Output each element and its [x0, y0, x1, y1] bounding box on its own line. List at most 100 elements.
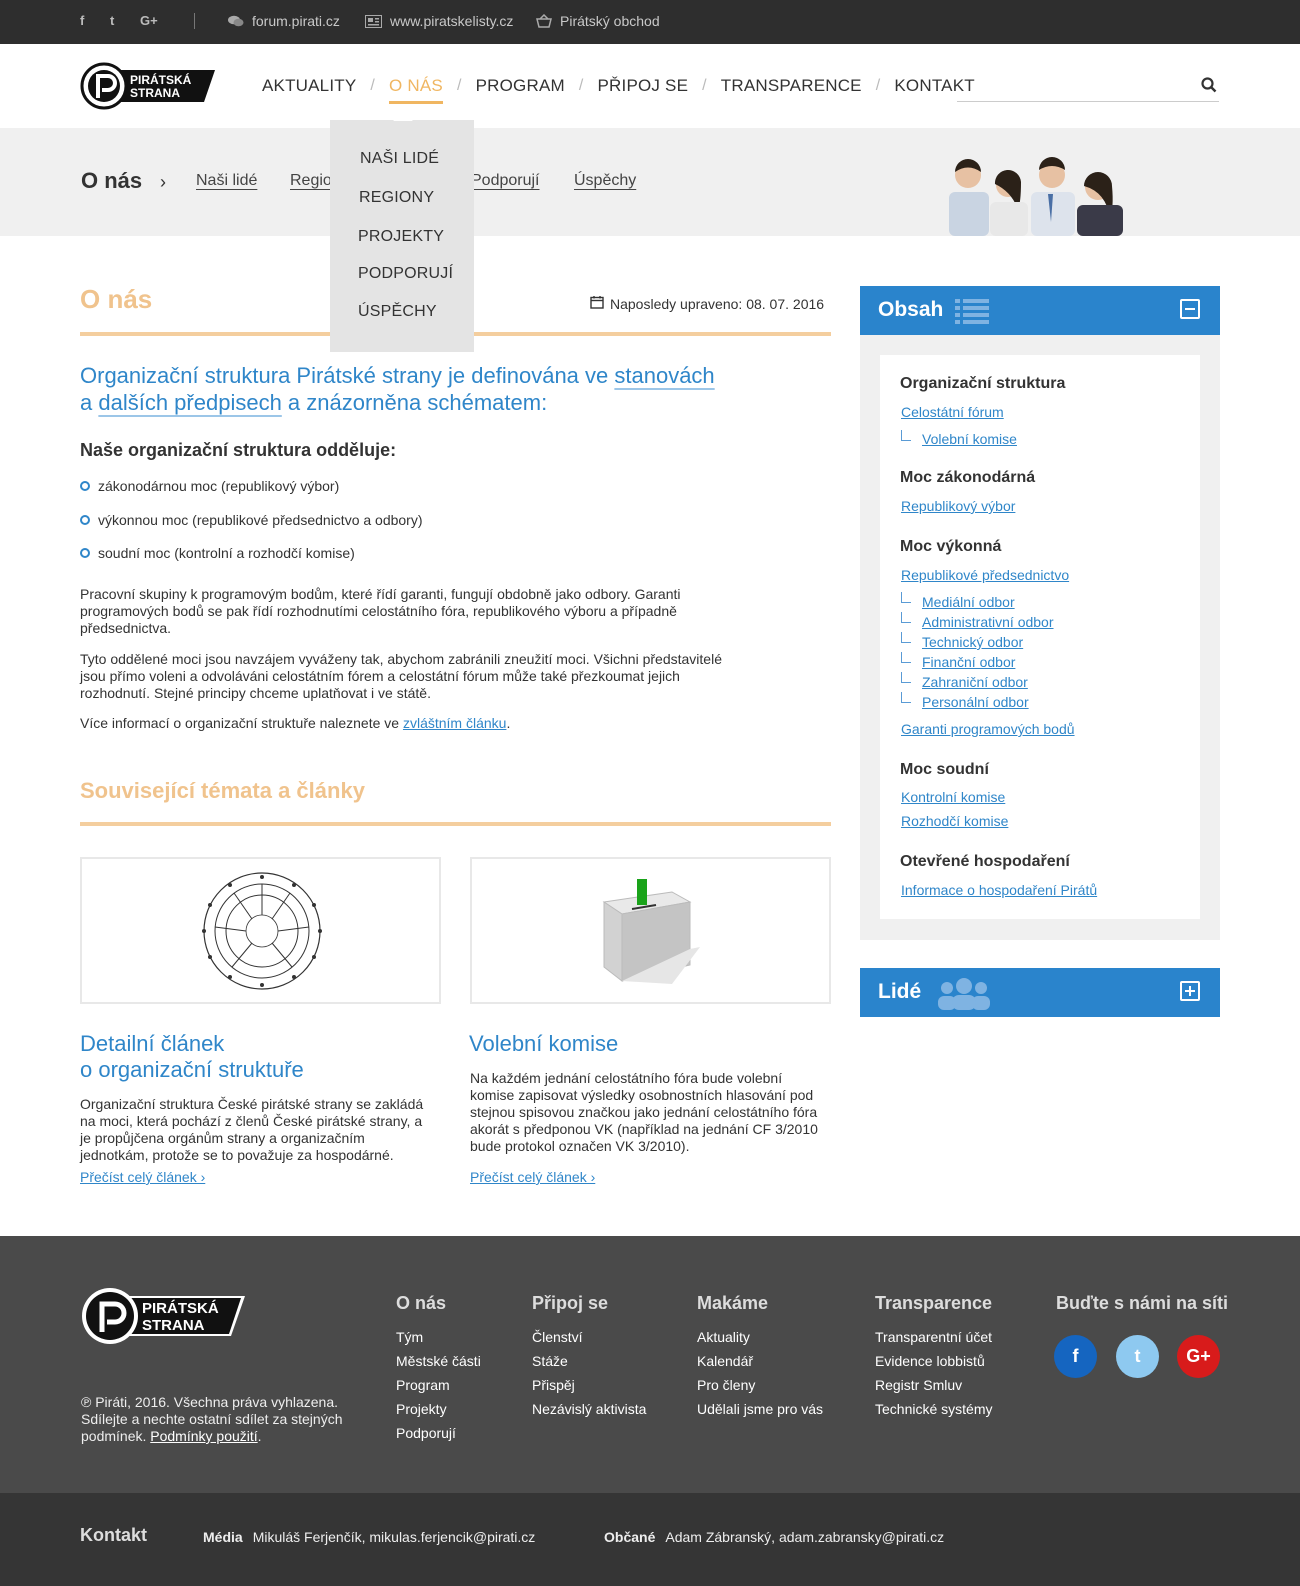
facebook-icon[interactable]: f [80, 13, 84, 28]
footer-link[interactable]: Nezávislý aktivista [532, 1401, 646, 1425]
footer-link[interactable]: Stáže [532, 1353, 646, 1377]
subnav-nasi-lide[interactable]: Naši lidé [196, 172, 257, 190]
nav-aktuality[interactable]: AKTUALITY [262, 76, 356, 96]
article-card-image[interactable] [80, 857, 441, 1004]
footer-link[interactable]: Tým [396, 1329, 481, 1353]
basket-icon [536, 14, 552, 28]
site-logo[interactable]: PIRÁTSKÁ STRANA [80, 62, 215, 110]
list-icon [955, 298, 989, 329]
nav-transparence[interactable]: TRANSPARENCE [721, 76, 862, 96]
toc-link[interactable]: Zahraniční odbor [922, 674, 1028, 690]
main-nav: AKTUALITY / O NÁS / PROGRAM / PŘIPOJ SE … [262, 76, 975, 104]
article-title[interactable]: Detailní článek o organizační struktuře [80, 1031, 304, 1083]
nav-pripoj-se[interactable]: PŘIPOJ SE [598, 76, 689, 96]
footer-link[interactable]: Městské části [396, 1353, 481, 1377]
footer-column-transparence: Transparence Transparentní účet Evidence… [875, 1293, 992, 1425]
svg-text:STRANA: STRANA [130, 86, 180, 100]
toc-link[interactable]: Rozhodčí komise [901, 813, 1008, 829]
toc-link[interactable]: Volební komise [922, 431, 1017, 447]
expand-icon[interactable] [1180, 981, 1200, 1001]
toc-link[interactable]: Finanční odbor [922, 654, 1015, 670]
tree-branch-icon [901, 692, 911, 703]
toc-link[interactable]: Administrativní odbor [922, 614, 1054, 630]
dropdown-uspechy[interactable]: ÚSPĚCHY [358, 303, 437, 321]
toc-link[interactable]: Garanti programových bodů [901, 721, 1075, 737]
footer-link[interactable]: Členství [532, 1329, 646, 1353]
forum-link[interactable]: forum.pirati.cz [228, 13, 340, 29]
dropdown-regiony[interactable]: REGIONY [359, 189, 434, 207]
terms-link[interactable]: Podmínky použití [150, 1428, 257, 1444]
nav-program[interactable]: PROGRAM [476, 76, 565, 96]
list-item: výkonnou moc (republikové předsednictvo … [80, 512, 423, 528]
last-updated-text: Naposledy upraveno: 08. 07. 2016 [610, 295, 825, 312]
last-updated: Naposledy upraveno: 08. 07. 2016 [590, 295, 824, 312]
footer-column-makame: Makáme Aktuality Kalendář Pro členy Uděl… [697, 1293, 823, 1425]
google-plus-icon[interactable]: G+ [140, 13, 158, 28]
footer-link[interactable]: Podporují [396, 1425, 481, 1449]
predpisy-link[interactable]: dalších předpisech [98, 390, 281, 415]
tree-branch-icon [901, 430, 911, 441]
subnav-uspechy[interactable]: Úspěchy [574, 172, 636, 190]
article-title[interactable]: Volební komise [469, 1031, 618, 1057]
footer-link[interactable]: Program [396, 1377, 481, 1401]
footer-google-plus-icon[interactable]: G+ [1177, 1335, 1220, 1378]
dropdown-projekty[interactable]: PROJEKTY [358, 228, 444, 246]
article-card-image[interactable] [470, 857, 831, 1004]
top-bar: f t G+ forum.pirati.cz www.piratskelisty… [0, 0, 1300, 44]
footer-link[interactable]: Pro členy [697, 1377, 823, 1401]
subnav-regiony[interactable]: Regio [290, 172, 332, 190]
dropdown-nasi-lide[interactable]: NAŠI LIDÉ [360, 150, 439, 168]
toc-link[interactable]: Republikový výbor [901, 498, 1015, 514]
nav-o-nas[interactable]: O NÁS [389, 76, 443, 104]
sub-navigation: O nás › Naši lidé Regio Podporují Úspěch… [0, 128, 1300, 236]
contents-panel-header[interactable]: Obsah [860, 286, 1220, 335]
special-article-link[interactable]: zvláštním článku [403, 715, 506, 731]
lead-paragraph: Organizační struktura Pirátské strany je… [80, 362, 770, 416]
lead-text-2: a [80, 390, 99, 415]
footer-facebook-icon[interactable]: f [1054, 1335, 1097, 1378]
lead-text-1: Organizační struktura Pirátské strany je… [80, 363, 615, 388]
read-more-link[interactable]: Přečíst celý článek › [470, 1169, 595, 1185]
shop-link[interactable]: Pirátský obchod [536, 13, 660, 29]
read-more-link[interactable]: Přečíst celý článek › [80, 1169, 205, 1185]
footer-link[interactable]: Registr Smluv [875, 1377, 992, 1401]
media-contact: Média Mikuláš Ferjenčík, mikulas.ferjenci… [203, 1529, 536, 1545]
body-paragraph: Tyto oddělené moci jsou navzájem vyvážen… [80, 651, 722, 701]
structure-subheading: Naše organizační struktura odděluje: [80, 440, 397, 460]
related-heading: Související témata a články [80, 778, 365, 803]
collapse-icon[interactable] [1180, 299, 1200, 319]
people-panel-header[interactable]: Lidé [860, 968, 1220, 1017]
twitter-icon[interactable]: t [110, 13, 114, 28]
footer-column-social: Buďte s námi na síti [1056, 1293, 1228, 1313]
lead-text-3: a znázorněna schématem: [281, 390, 548, 415]
pirate-logo-icon: PIRÁTSKÁ STRANA [82, 1288, 245, 1344]
toc-link[interactable]: Kontrolní komise [901, 789, 1005, 805]
footer-link[interactable]: Technické systémy [875, 1401, 992, 1425]
toc-link[interactable]: Mediální odbor [922, 594, 1015, 610]
site-footer: PIRÁTSKÁ STRANA ℗ Piráti, 2016. Všechna … [0, 1236, 1300, 1493]
footer-link[interactable]: Projekty [396, 1401, 481, 1425]
dropdown-podporuji[interactable]: PODPORUJÍ [358, 265, 453, 283]
footer-link[interactable]: Evidence lobbistů [875, 1353, 992, 1377]
piratskelisty-link[interactable]: www.piratskelisty.cz [365, 13, 513, 29]
footer-logo[interactable]: PIRÁTSKÁ STRANA [80, 1286, 245, 1346]
search-input[interactable] [957, 70, 1187, 100]
footer-twitter-icon[interactable]: t [1116, 1335, 1159, 1378]
body-paragraph: Více informací o organizační struktuře n… [80, 715, 511, 731]
subnav-podporuji[interactable]: Podporují [471, 172, 540, 190]
contact-bar: Kontakt Média Mikuláš Ferjenčík, mikulas.… [0, 1493, 1300, 1586]
footer-link[interactable]: Transparentní účet [875, 1329, 992, 1353]
toc-link[interactable]: Informace o hospodaření Pirátů [901, 882, 1097, 898]
toc-link[interactable]: Technický odbor [922, 634, 1023, 650]
footer-link[interactable]: Udělali jsme pro vás [697, 1401, 823, 1425]
people-illustration [949, 157, 1123, 236]
stanovy-link[interactable]: stanovách [614, 363, 714, 388]
toc-link[interactable]: Personální odbor [922, 694, 1029, 710]
footer-link[interactable]: Kalendář [697, 1353, 823, 1377]
toc-link[interactable]: Republikové předsednictvo [901, 567, 1069, 583]
search-icon[interactable] [1201, 77, 1217, 98]
footer-link[interactable]: Přispěj [532, 1377, 646, 1401]
toc-link[interactable]: Celostátní fórum [901, 404, 1004, 420]
footer-link[interactable]: Aktuality [697, 1329, 823, 1353]
svg-text:PIRÁTSKÁ: PIRÁTSKÁ [130, 72, 192, 87]
